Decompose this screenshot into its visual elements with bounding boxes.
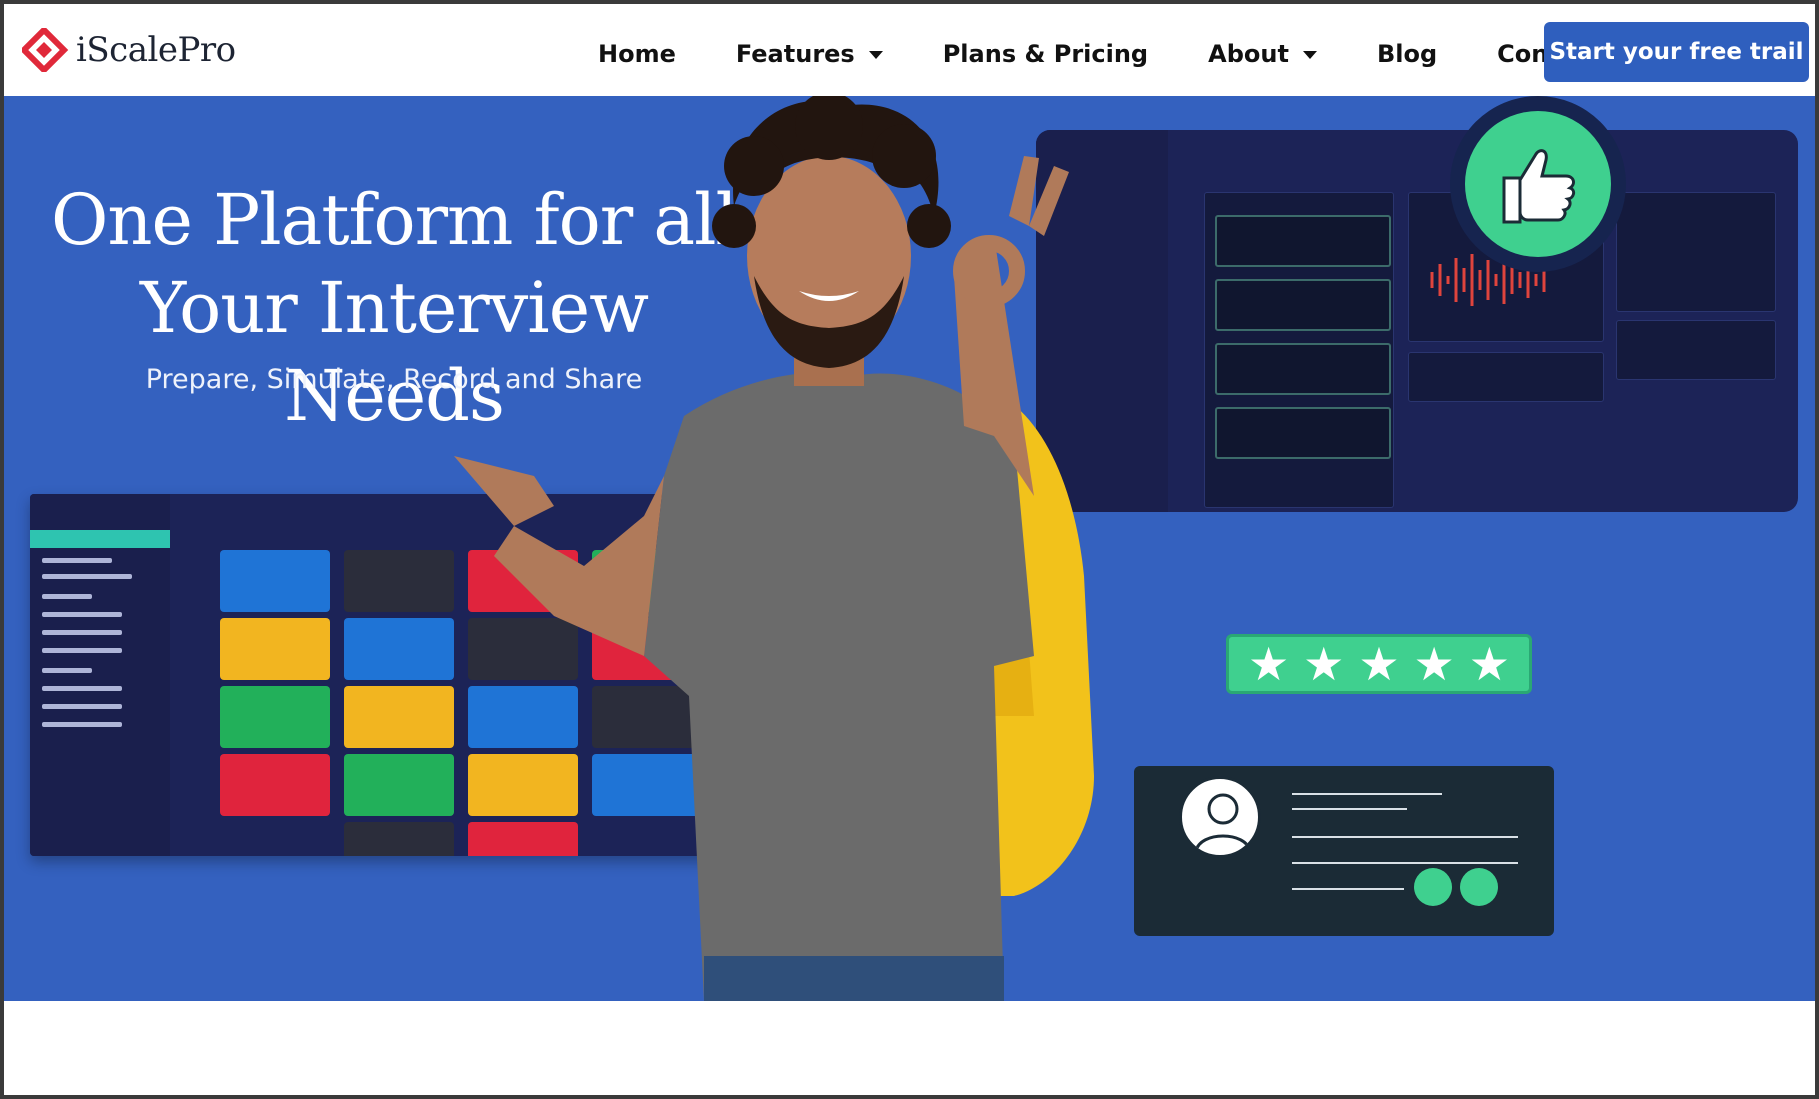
mockup-line — [42, 686, 122, 691]
nav-item-home[interactable]: Home — [598, 40, 676, 68]
mockup-line — [42, 574, 132, 579]
comment-text-line — [1292, 808, 1407, 810]
five-star-rating: ★ ★ ★ ★ ★ — [1226, 634, 1532, 694]
mockup-line — [42, 630, 122, 635]
mockup-question-card — [1215, 407, 1391, 459]
nav-item-about[interactable]: About — [1208, 40, 1317, 68]
mockup-card — [220, 618, 330, 680]
smiling-man-photo — [454, 96, 1094, 1001]
smiley-icon — [1414, 868, 1452, 906]
star-icon: ★ — [1358, 637, 1400, 691]
mockup-transcript-panel — [1408, 352, 1604, 402]
mockup-reviewed-questions-panel — [1204, 192, 1394, 508]
star-icon: ★ — [1247, 637, 1290, 691]
mockup-question-card — [1215, 343, 1391, 395]
mockup-card — [220, 754, 330, 816]
browser-viewport: iScalePro Home Features Plans & Pricing … — [0, 0, 1819, 1099]
nav-item-blog[interactable]: Blog — [1377, 40, 1437, 68]
brand-logo[interactable]: iScalePro — [19, 25, 236, 75]
below-hero-area — [4, 1001, 1815, 1095]
hero-banner: One Platform for all Your Interview Need… — [4, 96, 1815, 1001]
mockup-line — [42, 722, 122, 727]
brand-name: iScalePro — [76, 30, 236, 70]
thumbs-up-icon — [1502, 149, 1576, 224]
mockup-card — [220, 686, 330, 748]
comment-text-line — [1292, 793, 1442, 795]
start-free-trial-button[interactable]: Start your free trail — [1544, 22, 1809, 82]
mockup-line — [42, 594, 92, 599]
comment-text-line — [1292, 862, 1518, 864]
mockup-line — [42, 612, 122, 617]
comment-text-line — [1292, 836, 1518, 838]
nav-item-plans-pricing[interactable]: Plans & Pricing — [943, 40, 1148, 68]
nav-label: Features — [735, 40, 855, 68]
nav-label: About — [1208, 40, 1289, 68]
star-icon: ★ — [1303, 637, 1345, 691]
nav-label: Home — [598, 40, 676, 68]
caret-down-icon — [868, 51, 883, 59]
mockup-question-card — [1215, 279, 1391, 331]
mockup-question-card — [1215, 215, 1391, 267]
mockup-sidebar-active-item — [30, 530, 170, 548]
thumbs-up-badge — [1450, 96, 1626, 272]
star-icon: ★ — [1468, 637, 1510, 691]
caret-down-icon — [1302, 51, 1317, 59]
top-navbar: iScalePro Home Features Plans & Pricing … — [4, 4, 1815, 92]
mockup-card — [220, 550, 330, 612]
nav-label: Plans & Pricing — [942, 40, 1149, 68]
star-icon: ★ — [1413, 637, 1455, 691]
nav-item-features[interactable]: Features — [736, 40, 883, 68]
mockup-codes-panel — [1616, 320, 1776, 380]
mockup-overall-rating-panel — [1616, 192, 1776, 312]
user-avatar-icon — [1179, 776, 1261, 858]
mockup-line — [42, 668, 92, 673]
comment-text-line — [1292, 888, 1404, 890]
mockup-sidebar — [30, 494, 170, 856]
mockup-line — [42, 648, 122, 653]
nav-menu: Home Features Plans & Pricing About Blog… — [598, 34, 1662, 74]
nav-label: Blog — [1376, 40, 1438, 68]
diamond-logo-icon — [19, 25, 72, 75]
mockup-line — [42, 558, 112, 563]
smiley-icon — [1460, 868, 1498, 906]
mockup-line — [42, 704, 122, 709]
